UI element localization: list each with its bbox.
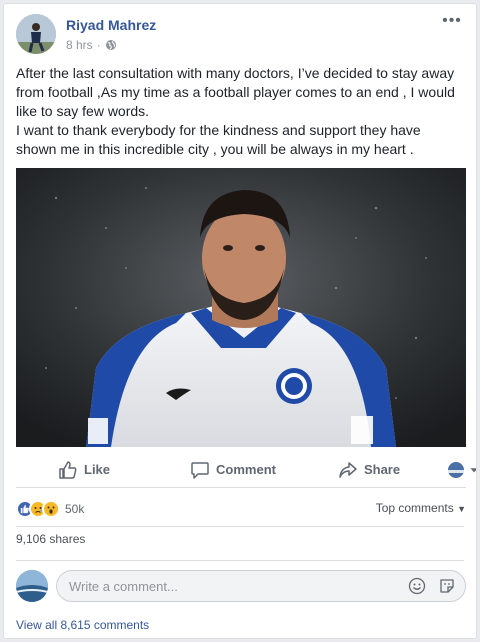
action-bar: Like Comment Share — [16, 452, 476, 488]
view-all-comments-link[interactable]: View all 8,615 comments — [16, 618, 149, 632]
comment-button[interactable]: Comment — [190, 452, 276, 488]
comment-icon — [191, 461, 209, 479]
reactions-row: 50k Top comments ▼ — [16, 498, 466, 520]
caret-down-icon — [470, 467, 476, 472]
user-avatar[interactable] — [16, 570, 48, 602]
post-time[interactable]: 8 hrs — [66, 38, 93, 52]
share-label: Share — [363, 462, 401, 477]
post-card: Riyad Mahrez 8 hrs · ••• After the last … — [3, 3, 477, 639]
author-avatar[interactable] — [16, 14, 56, 54]
like-label: Like — [84, 462, 111, 477]
shares-count[interactable]: 9,106 shares — [16, 532, 466, 556]
share-button[interactable]: Share — [338, 452, 400, 488]
comment-tools — [408, 577, 456, 595]
more-icon[interactable]: ••• — [440, 13, 464, 34]
author-name[interactable]: Riyad Mahrez — [66, 17, 156, 33]
thumbs-up-icon — [59, 460, 77, 479]
post-paragraph: After the last consultation with many do… — [16, 65, 455, 119]
top-comments-dropdown[interactable]: Top comments ▼ — [376, 501, 466, 515]
comment-label: Comment — [216, 462, 276, 477]
audience-selector[interactable] — [446, 452, 476, 488]
globe-icon — [105, 40, 116, 50]
post-meta: 8 hrs · — [66, 38, 117, 52]
profile-thumbnail-icon — [448, 461, 465, 478]
post-header: Riyad Mahrez 8 hrs · ••• — [16, 13, 464, 58]
like-button[interactable]: Like — [58, 452, 110, 488]
sticker-icon[interactable] — [438, 577, 456, 595]
comment-input[interactable] — [56, 570, 466, 602]
divider — [16, 560, 464, 561]
top-comments-label: Top comments — [375, 501, 454, 515]
reaction-count[interactable]: 50k — [65, 502, 84, 516]
emoji-icon[interactable] — [408, 577, 426, 595]
post-text: After the last consultation with many do… — [16, 64, 464, 159]
share-icon — [339, 461, 357, 478]
post-paragraph: I want to thank everybody for the kindne… — [16, 122, 421, 157]
post-photo[interactable] — [16, 168, 466, 447]
wow-reaction-icon[interactable] — [42, 500, 60, 518]
divider — [16, 526, 464, 527]
comment-composer — [16, 570, 466, 604]
caret-down-icon: ▼ — [457, 504, 466, 514]
